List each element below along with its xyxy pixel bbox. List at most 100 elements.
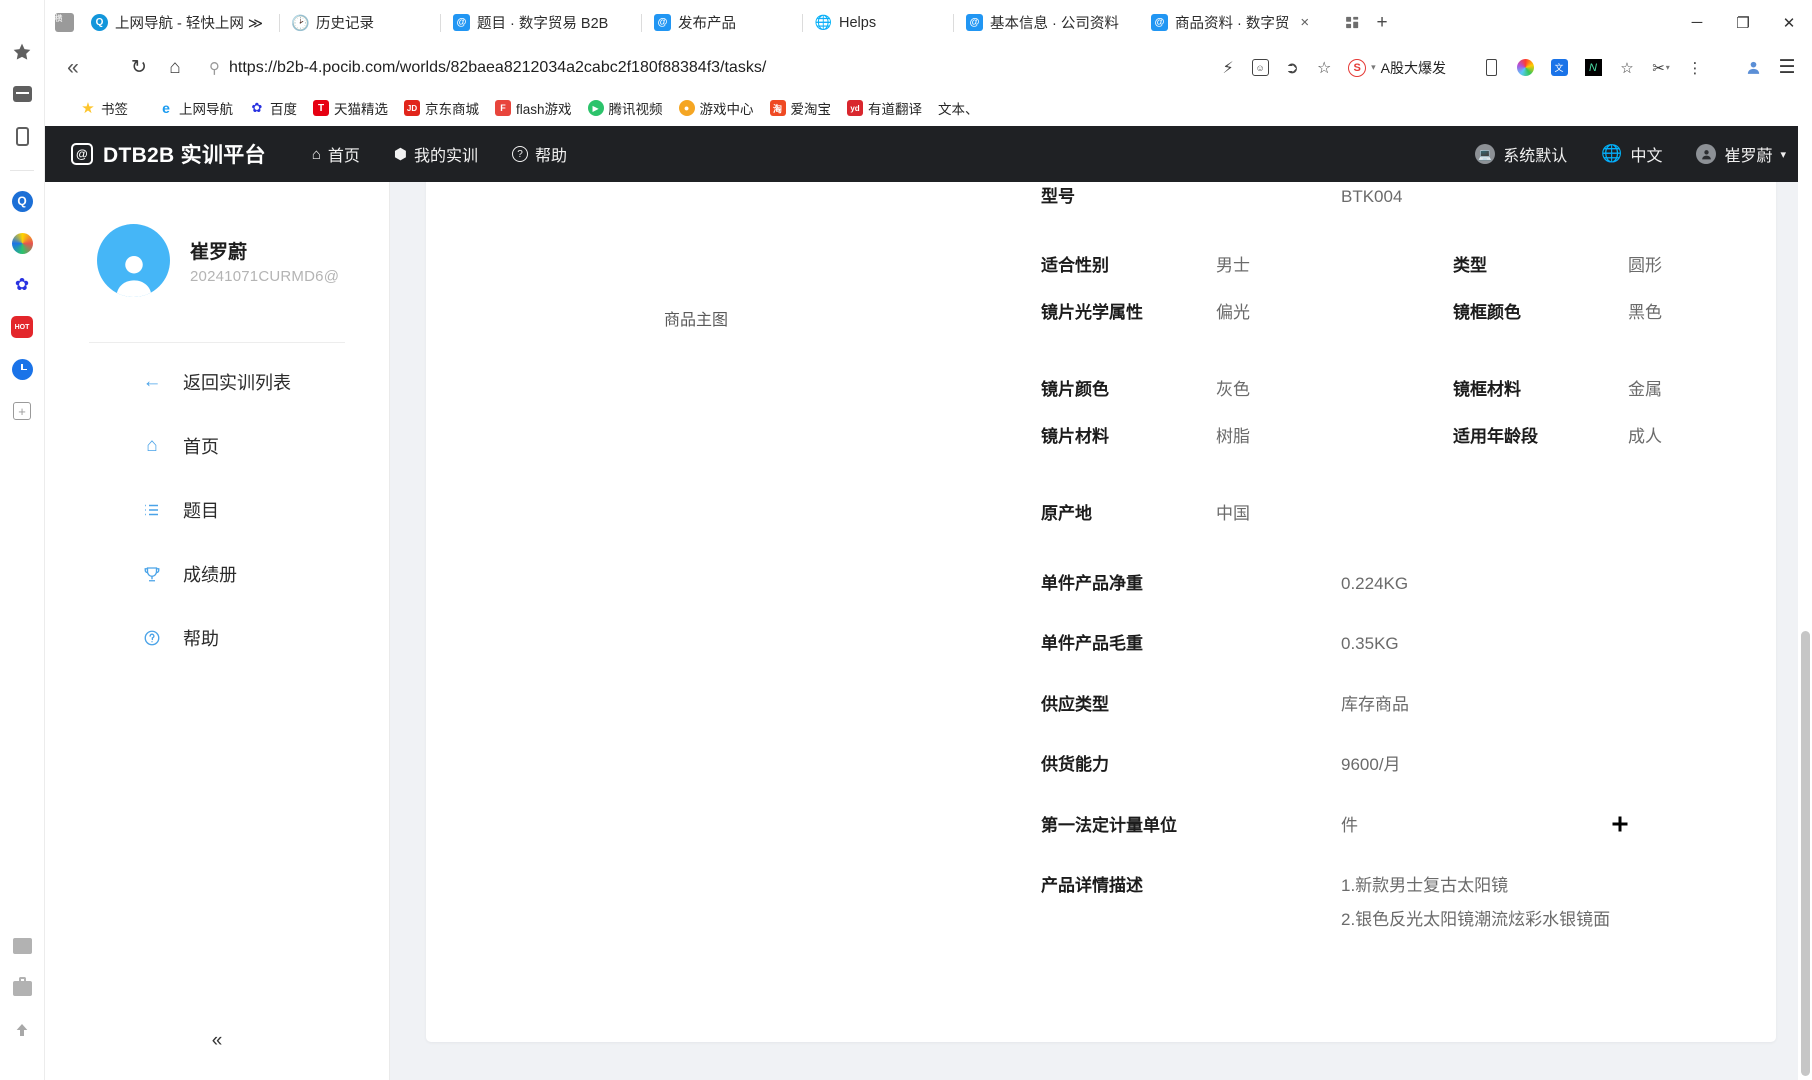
maximize-button[interactable]: ❐: [1720, 0, 1766, 45]
sidebar-item-home[interactable]: ⌂ 首页: [45, 421, 389, 471]
add-panel-icon[interactable]: +: [8, 397, 36, 425]
page-scrollbar[interactable]: [1798, 126, 1812, 1080]
sidebar-collapse-button[interactable]: «: [45, 1030, 389, 1052]
tab-list-icon[interactable]: [1337, 8, 1367, 38]
nav-item-help[interactable]: ? 帮助: [512, 142, 567, 166]
close-icon[interactable]: ×: [1300, 14, 1309, 31]
field-row-gender-type: 适合性别 男士 类型 圆形: [1041, 253, 1776, 279]
bookmark-item-8[interactable]: 淘 爱淘宝: [763, 95, 839, 121]
minimize-button[interactable]: ─: [1674, 0, 1720, 45]
star-plus-icon[interactable]: ☆: [1308, 52, 1340, 84]
sidebar-item-help[interactable]: 帮助: [45, 613, 389, 663]
red-badge-icon[interactable]: HOT: [8, 313, 36, 341]
bookmark-item-9[interactable]: yd 有道翻译: [840, 95, 929, 121]
vertical-tabs-icon[interactable]: 横: [49, 8, 79, 38]
app-header: @ DTB2B 实训平台 ⌂ 首页 ⬢ 我的实训 ? 帮助 💻 系统默认 🌐 中…: [45, 126, 1812, 182]
user-name-label: 崔罗蔚: [1724, 148, 1773, 165]
bookmark-item-4[interactable]: JD 京东商城: [397, 95, 486, 121]
arrow-left-icon: ←: [142, 371, 162, 392]
field-right: 类型 圆形: [1453, 253, 1776, 279]
collapse-sidebar-icon[interactable]: «: [55, 50, 91, 86]
window-close-button[interactable]: ✕: [1766, 0, 1812, 45]
clock-icon[interactable]: [8, 355, 36, 383]
colorful-app-icon[interactable]: [8, 229, 36, 257]
pocib-icon: @: [453, 14, 470, 31]
qq-icon[interactable]: Q: [8, 187, 36, 215]
sidebar-item-tasks[interactable]: 题目: [45, 485, 389, 535]
user-avatar-icon[interactable]: [1738, 53, 1768, 83]
mobile-phone-icon[interactable]: [8, 122, 36, 150]
language-label: 中文: [1630, 148, 1663, 165]
tab-label: 基本信息 · 公司资料: [990, 16, 1119, 32]
field-value: 圆形: [1628, 256, 1662, 275]
field-value: 9600/月: [1341, 755, 1401, 774]
globe-icon: 🌐: [814, 14, 833, 30]
bookmark-item-7[interactable]: ● 游戏中心: [672, 95, 761, 121]
bookmark-label: 游戏中心: [699, 102, 754, 117]
nav-icon[interactable]: N: [1578, 53, 1608, 83]
tab-label: 上网导航 - 轻快上网 ≫: [115, 16, 264, 32]
scroll-to-top-icon[interactable]: [8, 1016, 36, 1044]
bookmark-item-5[interactable]: F flash游戏: [488, 95, 579, 121]
bookmark-item-10[interactable]: 文本、: [931, 95, 986, 121]
bookmark-item-3[interactable]: T 天猫精选: [306, 95, 395, 121]
field-row-lens-material-age-range: 镜片材料 树脂 适用年龄段 成人: [1041, 424, 1776, 450]
favorites-star-icon[interactable]: [8, 38, 36, 66]
field-label: 镜片光学属性: [1041, 303, 1143, 322]
collection-folder-icon[interactable]: [8, 80, 36, 108]
tab-5[interactable]: @ 基本信息 · 公司资料: [954, 6, 1139, 40]
sidebar-item-gradebook[interactable]: 成绩册: [45, 549, 389, 599]
field-label: 供货能力: [1041, 755, 1109, 774]
emoji-icon[interactable]: ☺: [1244, 52, 1276, 84]
language-selector[interactable]: 🌐 中文: [1601, 142, 1662, 166]
sidebar-item-back-to-list[interactable]: ← 返回实训列表: [45, 357, 389, 407]
new-tab-button[interactable]: +: [1367, 8, 1397, 38]
bookmark-item-2[interactable]: ✿ 百度: [242, 95, 304, 121]
tab-4[interactable]: 🌐 Helps: [803, 6, 953, 40]
bookmark-label: 腾讯视频: [608, 102, 663, 117]
bookmark-item-1[interactable]: e 上网导航: [151, 95, 240, 121]
sidebar-item-label: 首页: [183, 437, 219, 457]
scissors-icon[interactable]: ✂ ▾: [1646, 53, 1676, 83]
baidu-paw-icon[interactable]: ✿: [8, 271, 36, 299]
user-menu[interactable]: 崔罗蔚 ▾: [1696, 142, 1786, 166]
page-scrollbar-thumb[interactable]: [1801, 631, 1810, 1076]
stock-ticker-chip[interactable]: S ▾ A股大爆发: [1346, 58, 1452, 78]
home-icon[interactable]: ⌂: [157, 50, 193, 86]
tab-label: 商品资料 · 数字贸: [1175, 16, 1290, 32]
tab-1[interactable]: 🕑 历史记录: [280, 6, 440, 40]
brand-logo[interactable]: @ DTB2B 实训平台: [71, 139, 266, 169]
tab-2[interactable]: @ 题目 · 数字贸易 B2B: [441, 6, 641, 40]
more-vertical-icon[interactable]: ⋮: [1680, 53, 1710, 83]
briefcase-icon[interactable]: [8, 974, 36, 1002]
nav-item-home[interactable]: ⌂ 首页: [312, 142, 360, 166]
ai-sparkle-icon[interactable]: [1510, 53, 1540, 83]
bookmark-star-icon[interactable]: ☆: [1612, 53, 1642, 83]
profile-name: 崔罗蔚: [190, 241, 248, 263]
reload-icon[interactable]: ↻: [121, 50, 157, 86]
theme-selector[interactable]: 💻 系统默认: [1475, 142, 1567, 166]
url-input[interactable]: ⚲ https://b2b-4.pocib.com/worlds/82baea8…: [199, 50, 1213, 85]
field-value: 1.新款男士复古太阳镜 2.银色反光太阳镜潮流炫彩水银镜面: [1341, 873, 1610, 934]
field-label: 原产地: [1041, 504, 1092, 523]
bookmark-item-6[interactable]: ▶ 腾讯视频: [581, 95, 670, 121]
tab-6[interactable]: @ 商品资料 · 数字贸 ×: [1139, 6, 1329, 40]
qq-browser-icon: Q: [91, 14, 108, 31]
pen-icon[interactable]: ➲: [1276, 52, 1308, 84]
phone-icon[interactable]: [1476, 53, 1506, 83]
browser-side-rail[interactable]: Q ✿ HOT +: [0, 0, 45, 1080]
rail-divider: [10, 170, 34, 171]
lightning-icon[interactable]: ⚡: [1212, 52, 1244, 84]
tab-3[interactable]: @ 发布产品: [642, 6, 802, 40]
search-icon: ⚲: [209, 59, 220, 77]
translate-icon[interactable]: 文: [1544, 53, 1574, 83]
folder-icon[interactable]: [8, 932, 36, 960]
field-label: 供应类型: [1041, 695, 1109, 714]
tab-label: 题目 · 数字贸易 B2B: [477, 16, 609, 32]
field-value: 库存商品: [1341, 695, 1409, 714]
tab-0[interactable]: Q 上网导航 - 轻快上网 ≫: [79, 6, 279, 40]
nav-item-my-training[interactable]: ⬢ 我的实训: [394, 142, 478, 166]
bookmark-item-0[interactable]: ★ 书签: [73, 95, 135, 121]
nav-label: 我的实训: [414, 148, 479, 165]
hamburger-menu-icon[interactable]: ☰: [1772, 53, 1802, 83]
